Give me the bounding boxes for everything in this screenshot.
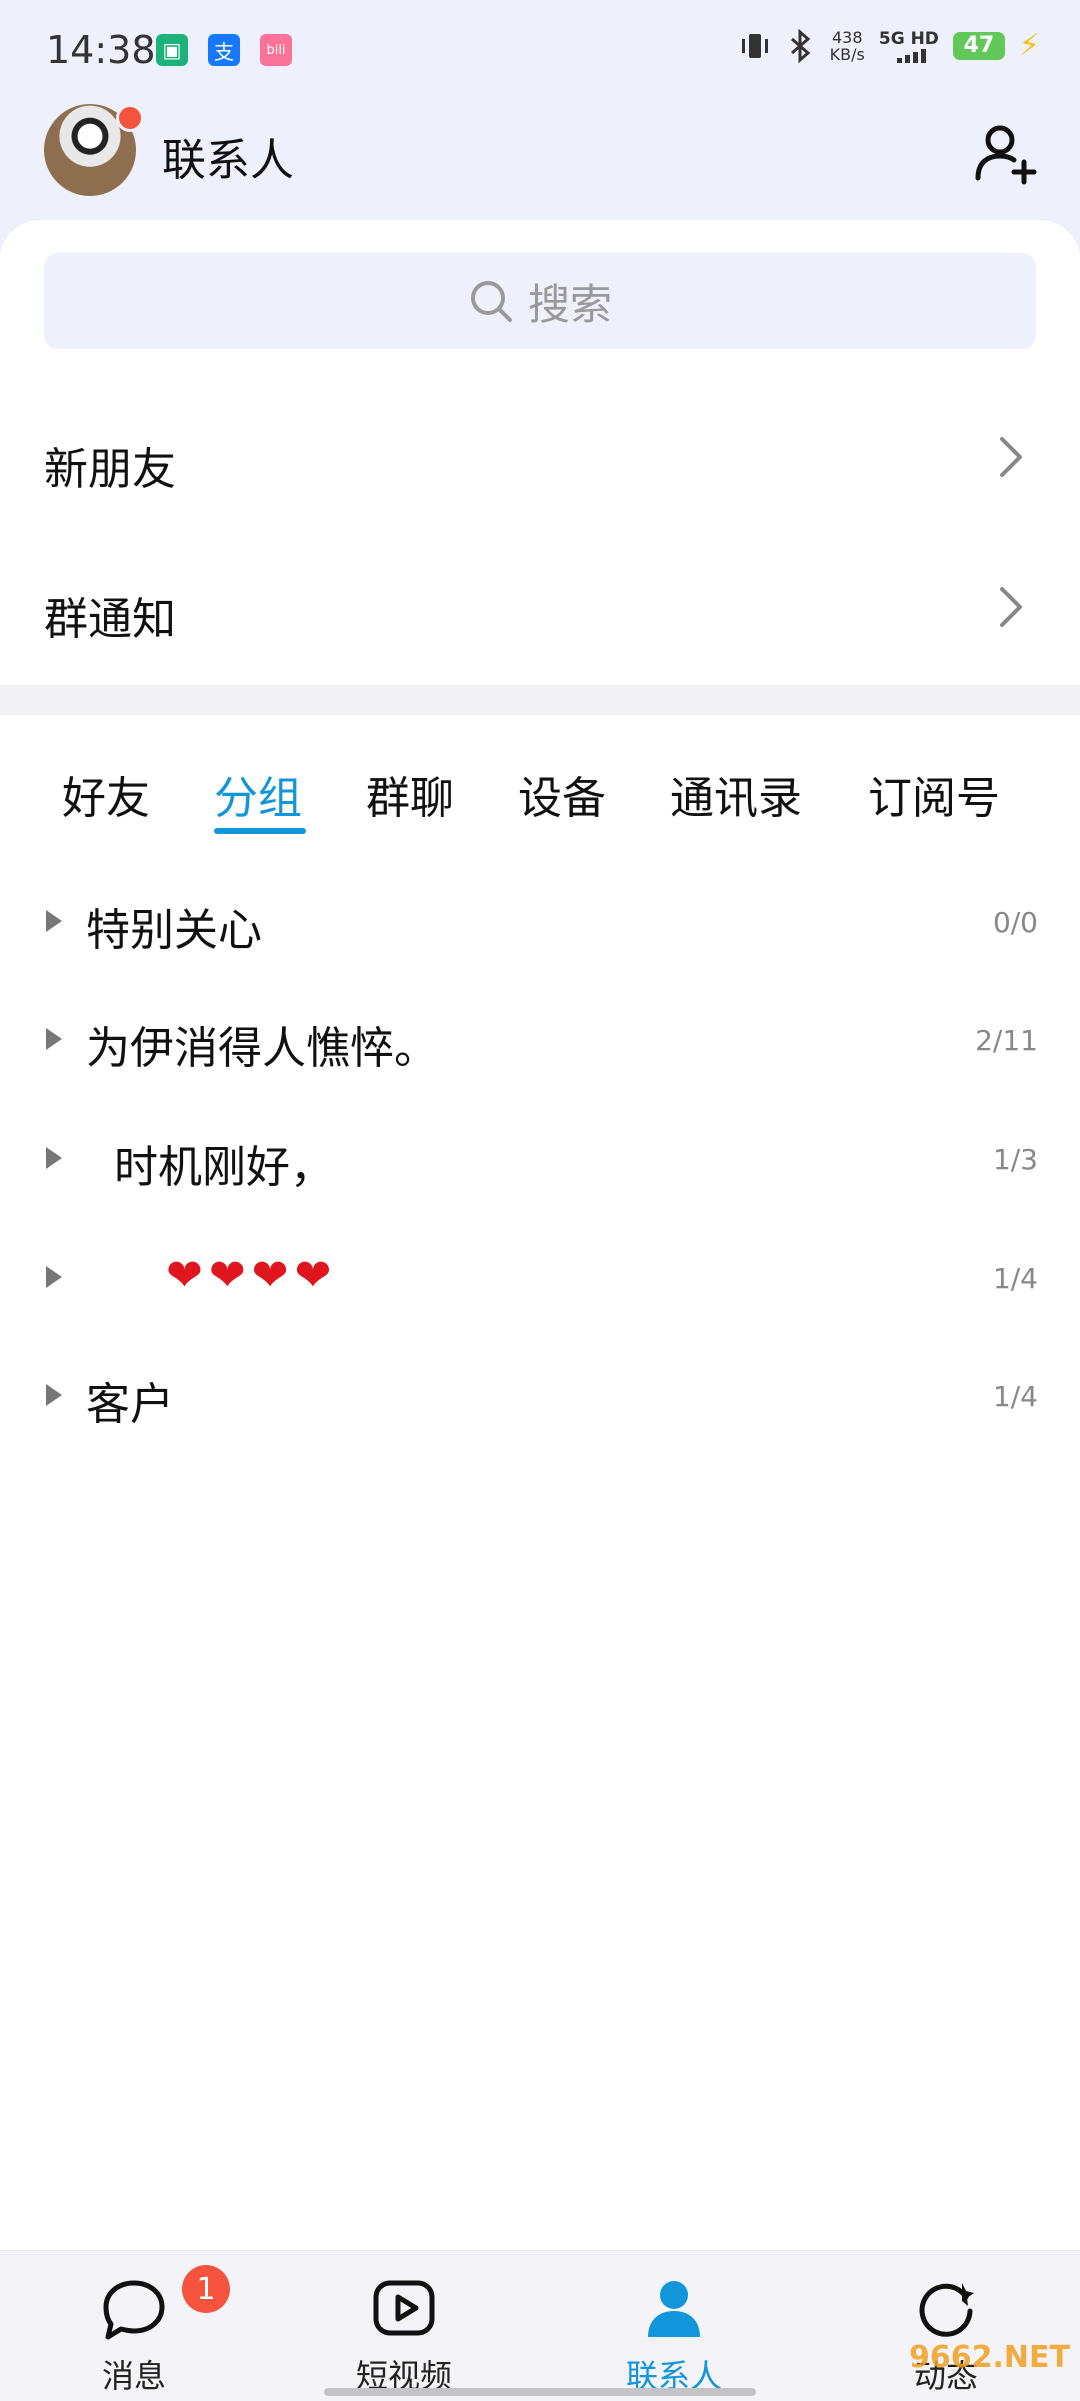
group-name: ❤❤❤❤ [86, 1250, 338, 1301]
group-name: 特别关心 [86, 905, 262, 956]
menu-item-label: 新朋友 [44, 444, 176, 495]
group-name: 时机刚好， [86, 1142, 334, 1193]
group-count: 2/11 [975, 1024, 1038, 1057]
alipay-app-icon: 支 [208, 34, 240, 66]
signal-bars-icon [896, 48, 926, 63]
page-header: 联系人 [0, 100, 1080, 220]
group-count: 1/3 [992, 1143, 1038, 1176]
vibrate-icon [741, 33, 768, 58]
group-row[interactable]: 为伊消得人憔悴。 2/11 [0, 986, 1080, 1104]
chat-bubble-icon [103, 2280, 165, 2340]
star-refresh-icon [919, 2283, 974, 2337]
group-row[interactable]: 时机刚好， 1/3 [0, 1105, 1080, 1223]
menu-item-group-notice[interactable]: 群通知 [0, 535, 1080, 685]
group-name: 为伊消得人憔悴。 [86, 1023, 438, 1074]
active-tab-indicator [214, 828, 306, 834]
expand-triangle-icon [46, 910, 62, 932]
mi-app-icon: ▣ [156, 34, 188, 66]
battery-indicator: 47 [952, 31, 1005, 60]
nav-label: 消息 [101, 2357, 166, 2395]
tab-subscriptions[interactable]: 订阅号 [868, 762, 1000, 826]
contacts-person-icon [648, 2281, 700, 2337]
expand-triangle-icon [46, 1147, 62, 1169]
contact-tabs: 好友 分组 群聊 设备 通讯录 订阅号 [0, 750, 1080, 840]
chevron-right-icon [1000, 437, 1022, 477]
menu-item-label: 群通知 [44, 594, 176, 645]
signal-indicator: 5G HD [879, 29, 939, 63]
tab-groups[interactable]: 分组 [214, 762, 302, 826]
group-row[interactable]: ❤❤❤❤ 1/4 [0, 1224, 1080, 1342]
tab-friends[interactable]: 好友 [62, 762, 150, 826]
search-icon [470, 281, 512, 322]
video-play-icon [373, 2280, 435, 2336]
bilibili-app-icon: bili [260, 34, 292, 66]
page-title: 联系人 [162, 135, 294, 186]
group-row[interactable]: 客户 1/4 [0, 1342, 1080, 1460]
tab-devices[interactable]: 设备 [518, 762, 606, 826]
watermark: 9662.NET [909, 2340, 1070, 2375]
expand-triangle-icon [46, 1028, 62, 1050]
search-placeholder: 搜索 [527, 279, 612, 329]
status-app-icons: ▣ 支 bili [156, 34, 292, 66]
tab-group-chats[interactable]: 群聊 [366, 762, 454, 826]
nav-short-video[interactable]: 短视频 [304, 2251, 504, 2401]
add-friend-button[interactable] [970, 118, 1040, 188]
home-indicator[interactable] [324, 2388, 756, 2396]
tab-address-book[interactable]: 通讯录 [670, 762, 802, 826]
charging-bolt-icon: ⚡ [1018, 28, 1040, 63]
expand-triangle-icon [46, 1266, 62, 1288]
group-row[interactable]: 特别关心 0/0 [0, 868, 1080, 986]
group-count: 1/4 [992, 1380, 1038, 1413]
nav-contacts[interactable]: 联系人 [574, 2251, 774, 2401]
nav-messages[interactable]: 1 消息 [34, 2251, 234, 2401]
net-speed: 438 KB/s [829, 27, 865, 64]
status-bar: 14:38 ▣ 支 bili 438 KB/s 5G HD 47 ⚡ [0, 0, 1080, 100]
group-count: 1/4 [992, 1262, 1038, 1295]
section-divider [0, 685, 1080, 715]
menu-item-new-friends[interactable]: 新朋友 [0, 385, 1080, 535]
add-user-icon [975, 125, 1037, 185]
chevron-right-icon [1000, 587, 1022, 627]
nav-moments[interactable]: 动态 [846, 2251, 1046, 2401]
expand-triangle-icon [46, 1384, 62, 1406]
group-count: 0/0 [992, 906, 1038, 939]
group-name: 客户 [86, 1379, 174, 1430]
status-indicators: 438 KB/s 5G HD 47 ⚡ [738, 28, 1040, 63]
status-time: 14:38 [46, 28, 156, 72]
bottom-nav: 1 消息 短视频 联系人 动态 [0, 2250, 1080, 2401]
unread-badge: 1 [182, 2265, 230, 2313]
avatar-notification-dot [116, 104, 144, 132]
search-input[interactable]: 搜索 [44, 253, 1036, 349]
bluetooth-icon [790, 28, 810, 63]
